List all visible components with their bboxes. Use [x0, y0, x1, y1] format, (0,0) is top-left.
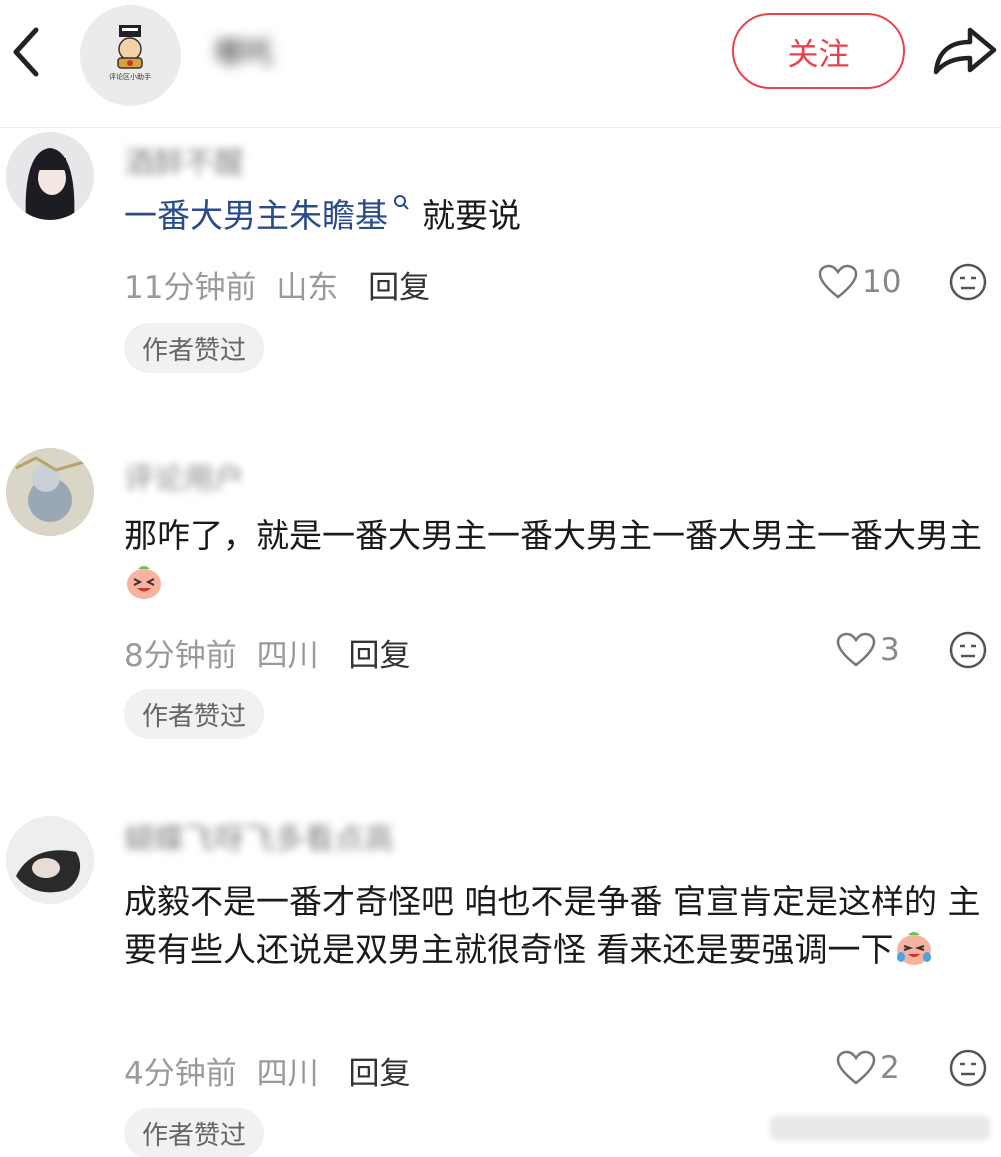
commenter-avatar[interactable]: [6, 132, 94, 220]
comment-meta: 4分钟前 四川 回复: [124, 1048, 410, 1093]
chevron-left-icon: [13, 27, 39, 77]
comment-meta: 8分钟前 四川 回复: [124, 630, 410, 675]
heart-icon: [818, 264, 858, 299]
crying-laughing-emoji-icon: [896, 932, 931, 965]
comment-text: 那咋了，就是一番大男主一番大男主一番大男主一番大男主: [124, 512, 984, 608]
comment-item: 评论用户 那咋了，就是一番大男主一番大男主一番大男主一番大男主 8分钟前 四川 …: [0, 448, 1001, 748]
comment-location: 山东: [276, 270, 339, 306]
mention-link[interactable]: 一番大男主朱瞻基: [124, 196, 388, 235]
reply-button[interactable]: 回复: [348, 1056, 410, 1092]
watermark: [770, 1110, 990, 1146]
avatar-image: [6, 816, 94, 904]
author-liked-badge: 作者赞过: [124, 323, 265, 373]
comment-item: 酒醉不醒 一番大男主朱瞻基 就要说 11分钟前 山东 回复 10 作者赞过: [0, 128, 1001, 388]
comment-time: 4分钟前: [124, 1056, 237, 1092]
reply-button[interactable]: 回复: [348, 638, 410, 674]
comment-body: 就要说: [422, 196, 521, 235]
commenter-name: 评论用户: [124, 462, 244, 497]
comment-text: 一番大男主朱瞻基 就要说: [124, 192, 984, 240]
commenter-name: 蝴蝶飞呀飞多看点高: [124, 822, 394, 857]
author-name: 哪吒: [214, 36, 274, 71]
search-icon: [394, 195, 409, 210]
reply-button[interactable]: 回复: [368, 270, 430, 306]
like-count: 10: [862, 264, 902, 300]
svg-text:评论区小助手: 评论区小助手: [109, 72, 151, 81]
author-avatar[interactable]: 评论区小助手: [80, 5, 181, 106]
comment-body: 成毅不是一番才奇怪吧 咱也不是争番 官宣肯定是这样的 主要有些人还说是双男主就很…: [124, 882, 981, 969]
heart-icon: [836, 1050, 876, 1085]
comment-location: 四川: [256, 638, 319, 674]
avatar-image: [6, 448, 94, 536]
comment-item: 蝴蝶飞呀飞多看点高 成毅不是一番才奇怪吧 咱也不是争番 官宣肯定是这样的 主要有…: [0, 812, 1001, 1157]
author-liked-badge: 作者赞过: [124, 689, 265, 739]
comment-time: 8分钟前: [124, 638, 237, 674]
commenter-avatar[interactable]: [6, 816, 94, 904]
watermark-mark: [770, 1116, 990, 1140]
avatar-image: [6, 132, 94, 220]
laughing-emoji-icon: [127, 566, 161, 599]
comment-body: 那咋了，就是一番大男主一番大男主一番大男主一番大男主: [124, 516, 982, 555]
share-arrow-icon: [933, 27, 997, 75]
follow-button[interactable]: 关注: [732, 13, 905, 89]
like-button[interactable]: 2: [836, 1048, 900, 1088]
top-bar: 评论区小助手 哪吒 关注: [0, 0, 1001, 128]
author-logo-image: 评论区小助手: [80, 5, 180, 105]
comment-location: 四川: [256, 1056, 319, 1092]
share-button[interactable]: [930, 20, 1000, 82]
comment-time: 11分钟前: [124, 270, 257, 306]
commenter-avatar[interactable]: [6, 448, 94, 536]
comment-meta: 11分钟前 山东 回复: [124, 262, 430, 307]
like-button[interactable]: 3: [836, 630, 900, 670]
emoji-reaction-icon[interactable]: [948, 1048, 988, 1088]
comment-text: 成毅不是一番才奇怪吧 咱也不是争番 官宣肯定是这样的 主要有些人还说是双男主就很…: [124, 878, 984, 974]
author-liked-badge: 作者赞过: [124, 1108, 265, 1157]
heart-icon: [836, 632, 876, 667]
like-count: 3: [880, 632, 900, 668]
like-button[interactable]: 10: [818, 262, 901, 302]
emoji-reaction-icon[interactable]: [948, 630, 988, 670]
like-count: 2: [880, 1050, 900, 1086]
commenter-name: 酒醉不醒: [124, 146, 244, 181]
back-button[interactable]: [6, 22, 46, 82]
emoji-reaction-icon[interactable]: [948, 262, 988, 302]
